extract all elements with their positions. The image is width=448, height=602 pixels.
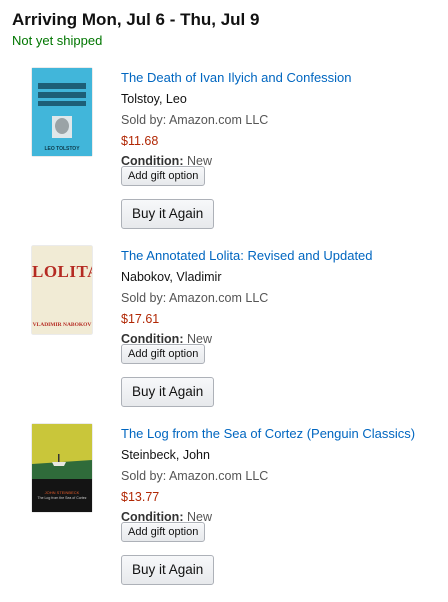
buy-it-again-button[interactable]: Buy it Again bbox=[121, 377, 215, 407]
cover-artwork bbox=[32, 68, 92, 156]
item-title-link[interactable]: The Annotated Lolita: Revised and Update… bbox=[121, 248, 441, 264]
cover-title-text: LOLITA bbox=[32, 262, 92, 281]
add-gift-option-button[interactable]: Add gift option bbox=[121, 344, 206, 364]
item-price: $13.77 bbox=[121, 490, 160, 504]
item-title-link[interactable]: The Death of Ivan Ilyich and Confession bbox=[121, 70, 441, 86]
order-item: JOHN STEINBECK The Log from the Sea of C… bbox=[0, 424, 448, 602]
add-gift-option-button[interactable]: Add gift option bbox=[121, 166, 206, 186]
item-author: Tolstoy, Leo bbox=[121, 92, 187, 106]
item-author: Nabokov, Vladimir bbox=[121, 270, 222, 284]
item-price: $11.68 bbox=[121, 134, 159, 148]
shipment-status: Not yet shipped bbox=[12, 33, 103, 48]
cover-author-text: JOHN STEINBECK bbox=[44, 490, 80, 495]
cover-author-text: LEO TOLSTOY bbox=[44, 146, 80, 152]
buy-it-again-button[interactable]: Buy it Again bbox=[121, 199, 215, 229]
item-title-link[interactable]: The Log from the Sea of Cortez (Penguin … bbox=[121, 426, 441, 442]
item-seller: Sold by: Amazon.com LLC bbox=[121, 291, 269, 305]
book-cover-image[interactable]: LOLITA VLADIMIR NABOKOV bbox=[32, 246, 92, 334]
book-cover-image[interactable]: LEO TOLSTOY bbox=[32, 68, 92, 156]
item-seller: Sold by: Amazon.com LLC bbox=[121, 113, 269, 127]
shipment-heading: Arriving Mon, Jul 6 - Thu, Jul 9 bbox=[12, 10, 260, 29]
order-item: LOLITA VLADIMIR NABOKOV The Annotated Lo… bbox=[0, 246, 448, 424]
item-seller: Sold by: Amazon.com LLC bbox=[121, 469, 269, 483]
item-author: Steinbeck, John bbox=[121, 448, 210, 462]
order-item: LEO TOLSTOY The Death of Ivan Ilyich and… bbox=[0, 68, 448, 246]
cover-title-text: The Log from the Sea of Cortez bbox=[37, 496, 87, 500]
cover-author-text: VLADIMIR NABOKOV bbox=[32, 322, 92, 328]
buy-it-again-button[interactable]: Buy it Again bbox=[121, 555, 215, 585]
add-gift-option-button[interactable]: Add gift option bbox=[121, 522, 206, 542]
book-cover-image[interactable]: JOHN STEINBECK The Log from the Sea of C… bbox=[32, 424, 92, 512]
item-price: $17.61 bbox=[121, 312, 160, 326]
